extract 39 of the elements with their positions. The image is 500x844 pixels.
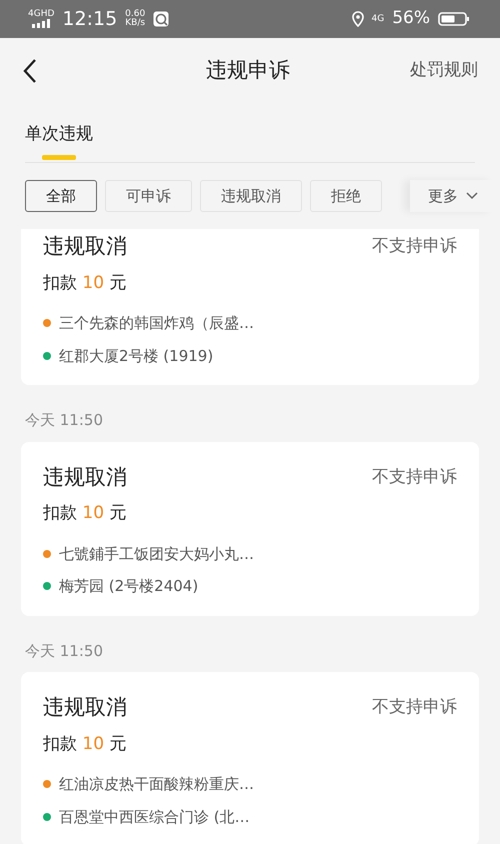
address-text: 百恩堂中西医综合门诊 (北…	[59, 806, 250, 828]
address-text: 红郡大厦2号楼 (1919)	[59, 346, 214, 366]
battery-icon	[438, 12, 470, 26]
more-button[interactable]: 更多	[410, 180, 494, 212]
appeal-status: 不支持申诉	[372, 235, 457, 258]
record-card[interactable]: 违规取消 不支持申诉 扣款 10 元 红油凉皮热干面酸辣粉重庆… 百恩堂中西医综合门诊 (北…	[21, 672, 479, 844]
network-label: 4GHD	[28, 10, 54, 19]
appeal-status: 不支持申诉	[372, 696, 457, 719]
record-title: 违规取消	[43, 233, 127, 260]
filter-chip[interactable]: 全部	[25, 180, 97, 212]
filter-chip[interactable]: 拒绝	[310, 180, 382, 212]
signal-icon	[32, 19, 50, 28]
chevron-down-icon	[466, 192, 478, 200]
merchant-name: 七號鋪手工饭团安大妈小丸…	[59, 544, 254, 564]
rules-link[interactable]: 处罚规则	[410, 58, 478, 84]
speed-value: 0.60	[125, 10, 146, 19]
merchant-name: 三个先森的韩国炸鸡（辰盛…	[59, 313, 254, 334]
battery-level: 56%	[392, 7, 430, 30]
timestamp: 今天 11:50	[24, 410, 104, 431]
tab[interactable]: 单次违规	[25, 104, 93, 162]
timestamp: 今天 11:50	[24, 640, 104, 662]
record-card[interactable]: 违规取消 不支持申诉 扣款 10 元 七號鋪手工饭团安大妈小丸… 梅芳园 (2号楼2404)	[21, 442, 479, 616]
speed-unit: KB/s	[125, 19, 146, 28]
deduction-text: 扣款 10 元	[43, 272, 128, 294]
address-text: 梅芳园 (2号楼2404)	[59, 576, 198, 597]
deduction-text: 扣款 10 元	[43, 502, 128, 525]
page-title: 违规申诉	[206, 57, 290, 84]
back-button[interactable]	[22, 58, 38, 84]
merchant-name: 红油凉皮热干面酸辣粉重庆…	[59, 774, 254, 795]
record-card[interactable]: 违规取消 不支持申诉 扣款 10 元 三个先森的韩国炸鸡（辰盛… 红郡大厦2号楼 (1919)	[21, 229, 479, 385]
record-title: 违规取消	[43, 694, 127, 721]
filter-chip[interactable]: 可申诉	[105, 180, 192, 212]
clock: 12:15	[62, 6, 118, 32]
filter-chip[interactable]: 违规取消	[200, 180, 302, 212]
network-label: 4G	[372, 14, 384, 24]
deduction-text: 扣款 10 元	[43, 732, 128, 756]
record-title: 违规取消	[43, 464, 127, 490]
appeal-status: 不支持申诉	[372, 466, 457, 488]
location-icon	[352, 11, 364, 27]
